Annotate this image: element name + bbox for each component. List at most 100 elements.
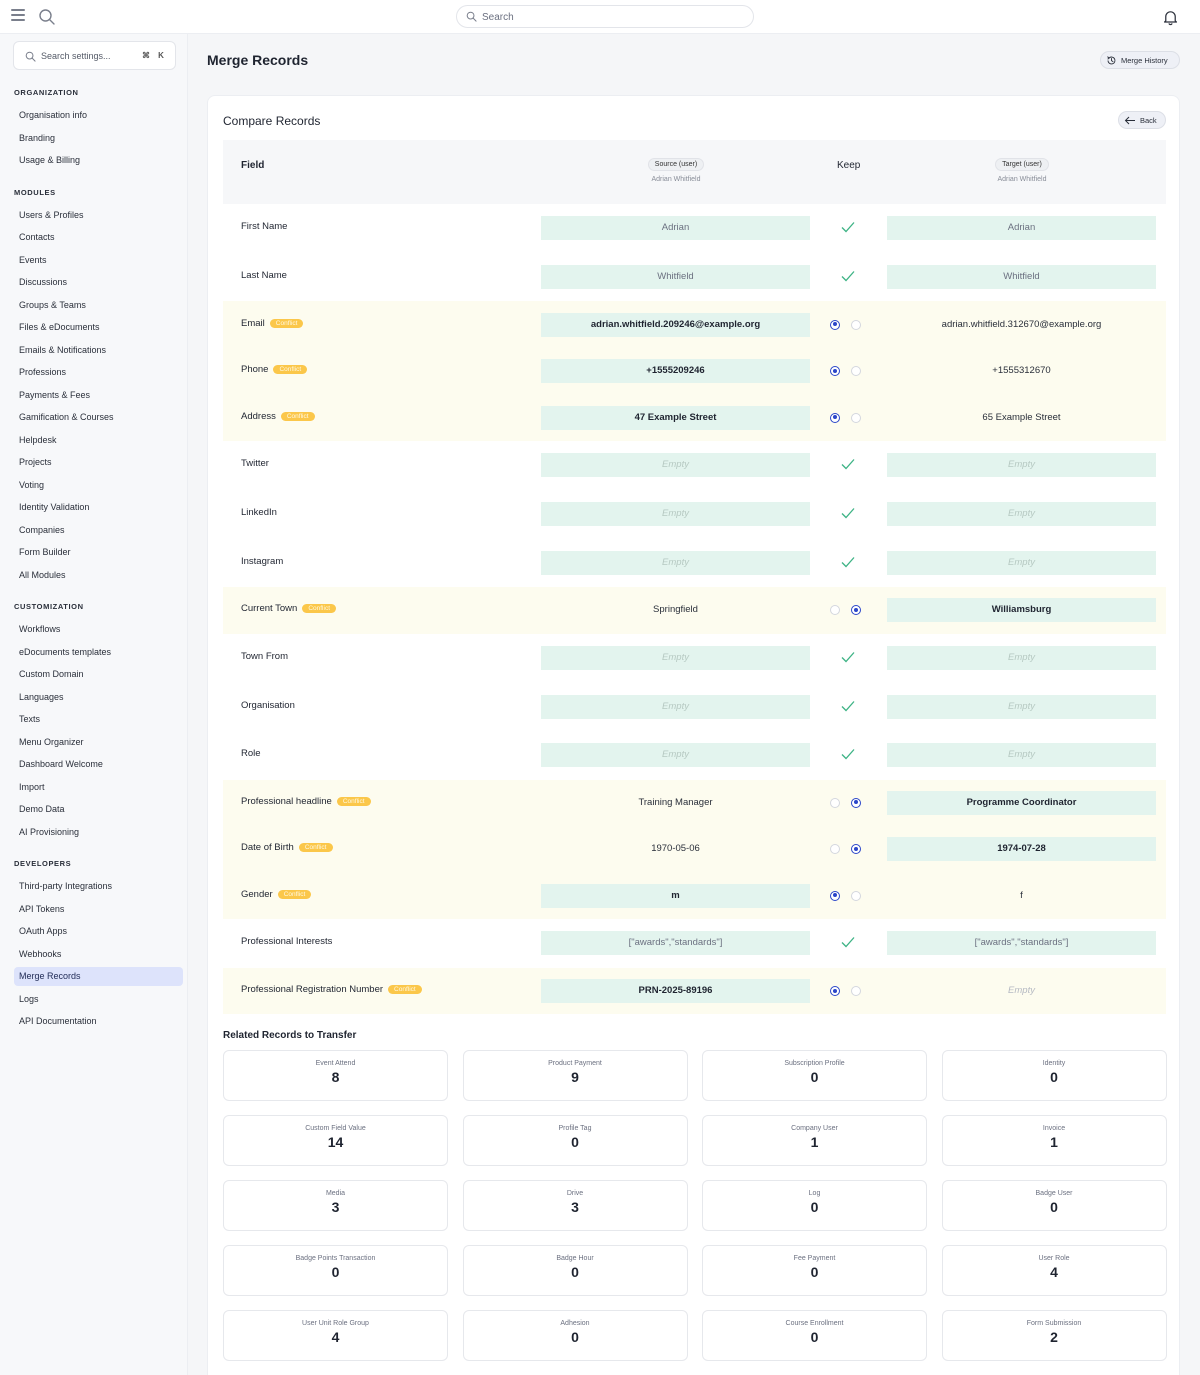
field-name: Professional Interests — [241, 936, 332, 947]
compare-row: Current Town Conflict Springfield Williamsb… — [223, 587, 1166, 634]
global-search-input[interactable] — [482, 9, 742, 25]
sidebar-item-groups-teams[interactable]: Groups & Teams — [14, 296, 183, 315]
field-label: Town From — [241, 650, 288, 662]
settings-search-input[interactable] — [41, 49, 136, 63]
sidebar-item-oauth-apps[interactable]: OAuth Apps — [14, 922, 183, 941]
field-name: Address Conflict — [241, 411, 315, 422]
bell-icon[interactable] — [1162, 8, 1179, 26]
back-button[interactable]: Back — [1118, 111, 1166, 129]
related-records-title: Related Records to Transfer — [223, 1030, 357, 1041]
sidebar-item-logs[interactable]: Logs — [14, 990, 183, 1009]
sidebar-item-third-party-integrations[interactable]: Third-party Integrations — [14, 877, 183, 896]
history-icon — [1107, 56, 1116, 65]
check-icon — [841, 271, 855, 282]
check-icon — [841, 651, 855, 663]
sidebar-item-discussions[interactable]: Discussions — [14, 273, 183, 292]
keep-source-radio[interactable] — [830, 366, 840, 377]
sidebar-item-edocuments-templates[interactable]: eDocuments templates — [14, 643, 183, 662]
sidebar-item-files-edocuments[interactable]: Files & eDocuments — [14, 318, 183, 337]
sidebar-item-events[interactable]: Events — [14, 251, 183, 270]
check-icon — [841, 556, 855, 568]
keep-target-radio[interactable] — [851, 366, 861, 377]
target-value: Whitfield — [887, 265, 1156, 290]
settings-search[interactable]: ⌘ K — [13, 41, 176, 70]
sidebar-item-contacts[interactable]: Contacts — [14, 228, 183, 247]
merge-history-button[interactable]: Merge History — [1100, 51, 1180, 69]
sidebar-item-identity-validation[interactable]: Identity Validation — [14, 498, 183, 517]
field-label: Professional headline — [241, 795, 332, 807]
sidebar-item-companies[interactable]: Companies — [14, 521, 183, 540]
sidebar-item-all-modules[interactable]: All Modules — [14, 566, 183, 585]
keep-source-radio[interactable] — [830, 319, 840, 330]
sidebar-item-projects[interactable]: Projects — [14, 453, 183, 472]
target-badge: Target (user) — [995, 158, 1049, 171]
sidebar-item-users-profiles[interactable]: Users & Profiles — [14, 206, 183, 225]
related-record-card: Profile Tag 0 — [462, 1115, 688, 1166]
keep-target-radio[interactable] — [851, 797, 861, 808]
check-icon — [841, 222, 855, 233]
global-search[interactable] — [456, 5, 754, 28]
sidebar-item-merge-records[interactable]: Merge Records — [14, 967, 183, 986]
sidebar-item-workflows[interactable]: Workflows — [14, 620, 183, 639]
source-value: +1555209246 — [541, 359, 810, 384]
keep-source-radio[interactable] — [830, 797, 840, 808]
sidebar-item-demo-data[interactable]: Demo Data — [14, 800, 183, 819]
related-record-card: Company User 1 — [702, 1115, 927, 1166]
sidebar-item-payments-fees[interactable]: Payments & Fees — [14, 386, 183, 405]
keep-source-radio[interactable] — [830, 844, 840, 855]
field-label: Role — [241, 748, 261, 760]
sidebar-section-title: MODULES — [14, 187, 56, 197]
sidebar-item-voting[interactable]: Voting — [14, 476, 183, 495]
sidebar-item-texts[interactable]: Texts — [14, 710, 183, 729]
related-record-count: 1 — [1050, 1134, 1058, 1150]
keep-target-radio[interactable] — [851, 986, 861, 997]
source-name: Adrian Whitfield — [651, 176, 701, 183]
sidebar-item-import[interactable]: Import — [14, 778, 183, 797]
source-value: adrian.whitfield.209246@example.org — [541, 312, 810, 337]
keep-source-radio[interactable] — [830, 412, 840, 423]
related-record-card: Badge User 0 — [941, 1180, 1167, 1231]
field-label: Email — [241, 317, 265, 329]
keep-target-radio[interactable] — [851, 844, 861, 855]
field-label: LinkedIn — [241, 506, 277, 518]
source-value: 1970-05-06 — [651, 843, 700, 855]
sidebar-item-usage-billing[interactable]: Usage & Billing — [14, 151, 183, 170]
sidebar-item-helpdesk[interactable]: Helpdesk — [14, 431, 183, 450]
source-value: Empty — [541, 743, 810, 768]
related-record-count: 0 — [571, 1264, 579, 1280]
keep-target-radio[interactable] — [851, 319, 861, 330]
field-label: Gender — [241, 888, 273, 900]
sidebar-item-branding[interactable]: Branding — [14, 129, 183, 148]
related-record-label: Invoice — [1042, 1125, 1066, 1132]
sidebar-item-professions[interactable]: Professions — [14, 363, 183, 382]
related-record-label: Course Enrollment — [785, 1320, 844, 1327]
keep-target-radio[interactable] — [851, 890, 861, 901]
related-record-label: Badge Hour — [556, 1255, 594, 1262]
sidebar-item-languages[interactable]: Languages — [14, 688, 183, 707]
keep-target-radio[interactable] — [851, 412, 861, 423]
keep-source-radio[interactable] — [830, 890, 840, 901]
sidebar-item-ai-provisioning[interactable]: AI Provisioning — [14, 823, 183, 842]
sidebar-item-form-builder[interactable]: Form Builder — [14, 543, 183, 562]
conflict-badge: Conflict — [388, 985, 422, 995]
keep-source-radio[interactable] — [830, 986, 840, 997]
keep-target-radio[interactable] — [851, 605, 861, 616]
sidebar-item-menu-organizer[interactable]: Menu Organizer — [14, 733, 183, 752]
sidebar-item-custom-domain[interactable]: Custom Domain — [14, 665, 183, 684]
sidebar-item-webhooks[interactable]: Webhooks — [14, 945, 183, 964]
compare-row: Email Conflict adrian.whitfield.209246@exa… — [223, 301, 1166, 348]
related-record-label: User Role — [1038, 1255, 1070, 1262]
sidebar-item-api-documentation[interactable]: API Documentation — [14, 1012, 183, 1031]
search-icon[interactable] — [38, 8, 56, 26]
sidebar-item-dashboard-welcome[interactable]: Dashboard Welcome — [14, 755, 183, 774]
sidebar-item-emails-notifications[interactable]: Emails & Notifications — [14, 341, 183, 360]
target-value: Adrian — [887, 216, 1156, 241]
sidebar-item-gamification-courses[interactable]: Gamification & Courses — [14, 408, 183, 427]
related-record-label: Custom Field Value — [305, 1125, 366, 1132]
source-value: Empty — [541, 550, 810, 575]
sidebar-item-organisation-info[interactable]: Organisation info — [14, 106, 183, 125]
compare-row: Instagram Empty Empty — [223, 538, 1166, 587]
keep-source-radio[interactable] — [830, 605, 840, 616]
menu-icon[interactable] — [11, 9, 25, 23]
sidebar-item-api-tokens[interactable]: API Tokens — [14, 900, 183, 919]
